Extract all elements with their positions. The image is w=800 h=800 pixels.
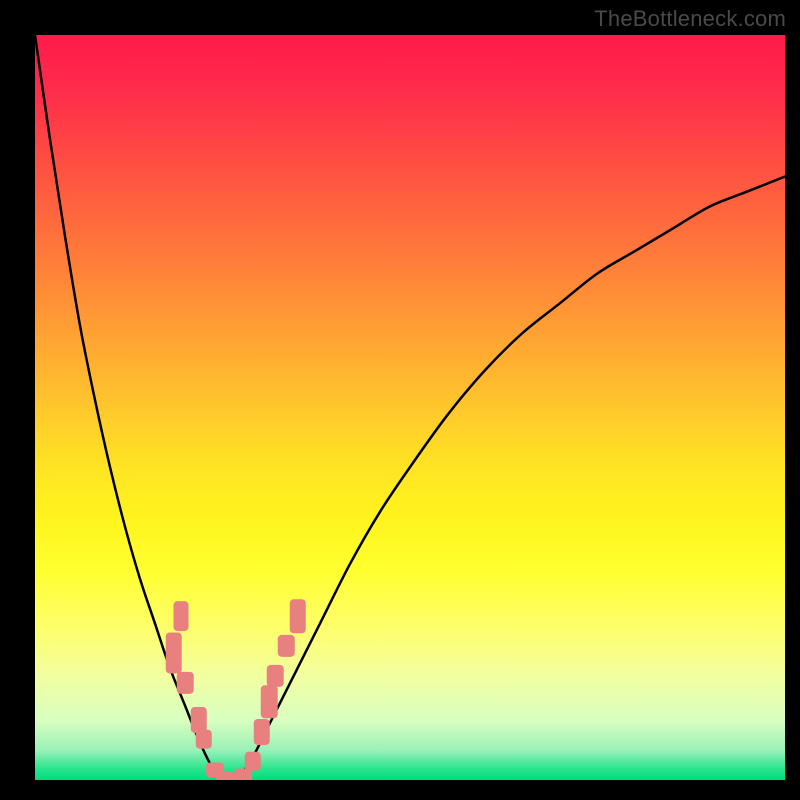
data-marker xyxy=(244,752,261,771)
watermark-text: TheBottleneck.com xyxy=(594,6,786,32)
data-marker xyxy=(174,601,189,631)
curve-layer xyxy=(35,35,785,780)
data-marker xyxy=(166,633,183,674)
data-marker xyxy=(216,772,234,780)
chart-frame: TheBottleneck.com xyxy=(0,0,800,800)
curve-right-branch xyxy=(238,177,786,780)
data-marker xyxy=(261,685,278,719)
plot-area xyxy=(35,35,785,780)
data-marker xyxy=(177,672,194,694)
data-marker xyxy=(278,635,295,657)
data-marker xyxy=(267,665,284,687)
data-marker xyxy=(196,730,213,749)
data-marker xyxy=(253,719,270,745)
data-marker xyxy=(289,599,306,633)
curve-left-branch xyxy=(35,35,223,780)
